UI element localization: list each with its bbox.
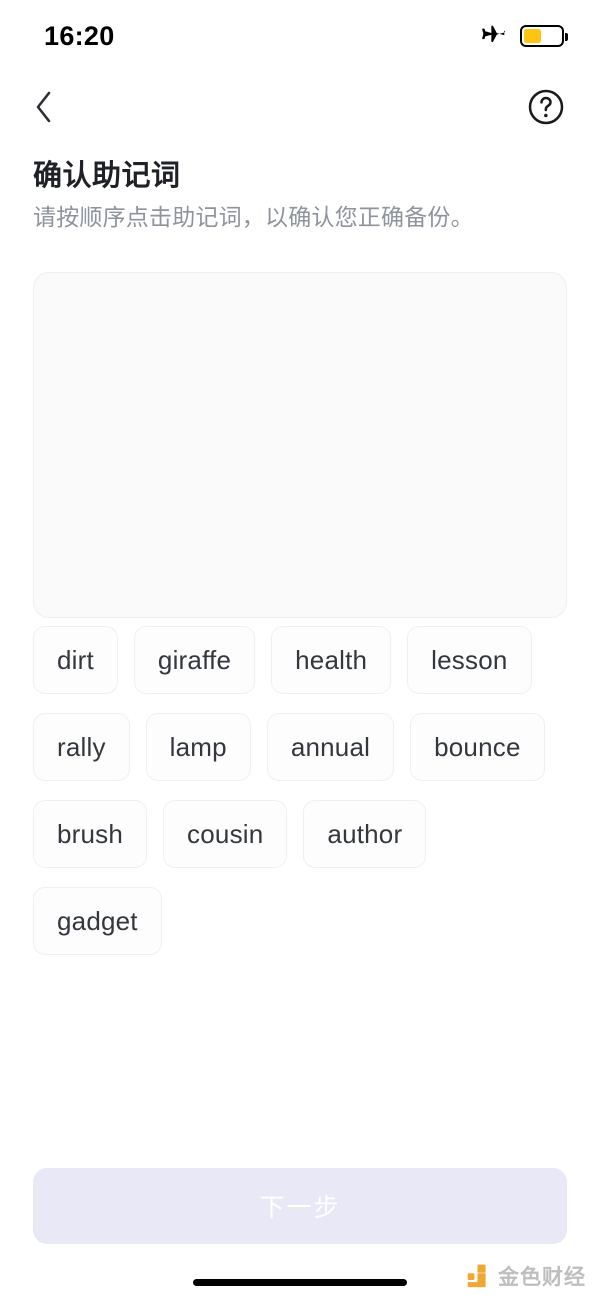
word-chip[interactable]: dirt xyxy=(33,626,118,694)
word-chip[interactable]: rally xyxy=(33,713,130,781)
word-chip[interactable]: gadget xyxy=(33,887,162,955)
status-bar-indicators xyxy=(481,23,564,49)
word-chip[interactable]: brush xyxy=(33,800,147,868)
navigation-bar xyxy=(0,76,600,138)
home-indicator xyxy=(193,1279,407,1286)
page-subtitle: 请按顺序点击助记词，以确认您正确备份。 xyxy=(33,201,573,234)
mobile-screen: 16:20 确认助记词 请按顺序点击助记词，以确认您正确备份。 xyxy=(0,0,600,1299)
page-title: 确认助记词 xyxy=(33,159,181,194)
word-chip[interactable]: cousin xyxy=(163,800,287,868)
word-chip[interactable]: author xyxy=(303,800,426,868)
selected-words-area[interactable] xyxy=(33,272,567,618)
status-bar: 16:20 xyxy=(0,0,600,72)
help-button[interactable] xyxy=(524,85,568,129)
word-chip[interactable]: giraffe xyxy=(134,626,255,694)
chevron-left-icon xyxy=(32,89,56,125)
word-chip[interactable]: lesson xyxy=(407,626,531,694)
battery-icon xyxy=(520,25,564,47)
word-chip[interactable]: health xyxy=(271,626,391,694)
question-mark-circle-icon xyxy=(526,87,566,127)
back-button[interactable] xyxy=(22,85,66,129)
airplane-mode-icon xyxy=(481,23,507,49)
word-pool: dirt giraffe health lesson rally lamp an… xyxy=(33,626,567,955)
word-chip[interactable]: lamp xyxy=(146,713,251,781)
status-bar-clock: 16:20 xyxy=(44,23,115,50)
battery-fill-level xyxy=(524,29,541,43)
word-chip[interactable]: annual xyxy=(267,713,394,781)
word-chip[interactable]: bounce xyxy=(410,713,545,781)
watermark-text: 金色财经 xyxy=(498,1261,586,1291)
watermark: 金色财经 xyxy=(465,1261,586,1291)
next-step-button[interactable]: 下一步 xyxy=(33,1168,567,1244)
jinse-finance-logo-icon xyxy=(465,1263,491,1289)
